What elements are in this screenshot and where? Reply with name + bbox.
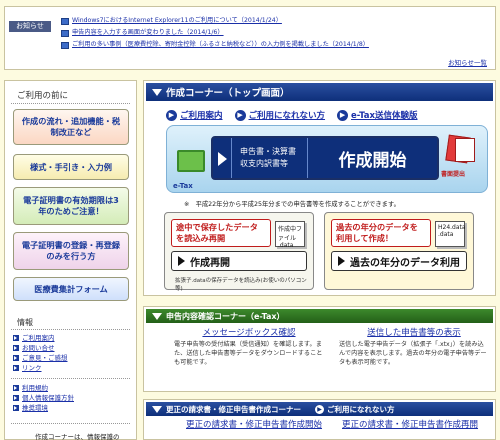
divider [11, 329, 130, 330]
arrow-icon [13, 385, 19, 391]
notice-badge: お知らせ [9, 21, 51, 32]
amend-corner-header: 更正の請求書・修正申告書作成コーナー ▶ ご利用になれない方 [146, 402, 493, 416]
sent-display-link[interactable]: 送信した申告書等の表示 [339, 326, 489, 338]
paper-submission-icon: 書面提出 [441, 134, 479, 178]
arrow-icon [13, 365, 19, 371]
create-start-area: e-Tax 申告書・決算書 収支内訳書等 作成開始 書面提出 [166, 125, 488, 193]
resume-area: 途中で保存したデータを読込み再開 作成中ファイル .data 作成再開 拡張子.d… [164, 212, 314, 292]
notice-panel: お知らせ Windows7におけるInternet Explorer11のご利用… [4, 6, 496, 70]
notice-item[interactable]: Windows7におけるInternet Explorer11のご利用について（… [61, 15, 369, 27]
arrow-icon [13, 335, 19, 341]
info-link[interactable]: ご利用案内 [13, 333, 68, 343]
policy-link[interactable]: 利用規約 [13, 383, 74, 393]
etax-trial-link[interactable]: ▶ e-Tax送信体験版 [337, 109, 418, 121]
policy-link[interactable]: 推奨環境 [13, 403, 74, 413]
divider [11, 103, 130, 104]
info-link[interactable]: ご意見・ご感想 [13, 353, 68, 363]
window-icon [61, 17, 69, 25]
data-file-icon: 作成中ファイル .data [275, 221, 305, 249]
create-corner-header: 作成コーナー（トップ画面） [146, 83, 493, 101]
confirm-corner-header: 申告内容確認コーナー（e-Tax） [146, 309, 493, 323]
triangle-down-icon [152, 405, 162, 413]
sidebar-button-flow[interactable]: 作成の流れ・追加機能・税制改正など [13, 109, 129, 145]
arrow-right-icon: ▶ [166, 109, 177, 121]
info-heading: 情報 [17, 318, 33, 327]
arrow-icon [13, 395, 19, 401]
amend-corner-panel: 更正の請求書・修正申告書作成コーナー ▶ ご利用になれない方 更正の請求書・修正申… [143, 399, 496, 440]
sidebar-button-medical-form[interactable]: 医療費集計フォーム [13, 277, 129, 301]
notice-item[interactable]: 申告内容を入力する画面が変わりました（2014/1/6） [61, 27, 369, 39]
divider [11, 378, 130, 379]
previous-year-button[interactable]: 過去の年分のデータ利用 [331, 251, 467, 271]
confirm-corner-panel: 申告内容確認コーナー（e-Tax） メッセージボックス確認 電子申告等の受付結果… [143, 306, 496, 392]
sidebar-button-forms[interactable]: 様式・手引き・入力例 [13, 154, 129, 180]
monitor-icon [177, 150, 205, 172]
sidebar-heading: ご利用の前に [17, 91, 69, 101]
triangle-down-icon [152, 312, 162, 320]
resume-button[interactable]: 作成再開 [171, 251, 307, 271]
info-link[interactable]: お問い合せ [13, 343, 68, 353]
arrow-right-icon [338, 256, 345, 266]
arrow-icon [13, 355, 19, 361]
resume-label: 途中で保存したデータを読込み再開 [171, 219, 271, 247]
sent-display-column: 送信した申告書等の表示 送信した電子申告データ（拡張子「.xtx」）を読み込んで… [339, 326, 489, 367]
arrow-icon [13, 405, 19, 411]
amend-unavailable-link[interactable]: ▶ ご利用になれない方 [315, 404, 395, 415]
arrow-right-icon [178, 256, 185, 266]
sidebar-footer-text: 作成コーナーは、情報保護の [35, 433, 120, 440]
notice-item[interactable]: ご利用の多い事例（医療費控除、寄附金控除（ふるさと納税など））の入力例を掲載しま… [61, 39, 369, 51]
previous-year-area: 過去の年分のデータを利用して作成！ H24.data .data 過去の年分のデー… [324, 212, 474, 290]
create-corner-panel: 作成コーナー（トップ画面） ▶ ご利用案内 ▶ ご利用になれない方 ▶ e-Tax送信… [143, 80, 496, 296]
resume-caption: 拡張子.dataの保存データを読込み(お使いのパソコン等) [175, 278, 307, 292]
year-range-note: ※ 平成22年分から平成25年分までの申告書等を作成することができます。 [184, 201, 400, 208]
info-links: ご利用案内 お問い合せ ご意見・ご感想 リンク [13, 333, 68, 373]
previous-year-label: 過去の年分のデータを利用して作成！ [331, 219, 431, 247]
amend-resume-link[interactable]: 更正の請求書・修正申告書作成再開 [342, 420, 478, 431]
window-icon [61, 41, 69, 49]
arrow-right-icon: ▶ [315, 404, 324, 414]
etax-computer-icon: e-Tax [173, 150, 209, 190]
sidebar-button-cert-register[interactable]: 電子証明書の登録・再登録のみを行う方 [13, 232, 129, 270]
notice-list: Windows7におけるInternet Explorer11のご利用について（… [61, 15, 369, 51]
sidebar: ご利用の前に 作成の流れ・追加機能・税制改正など 様式・手引き・入力例 電子証明… [4, 80, 137, 440]
arrow-right-icon [213, 138, 231, 178]
divider [11, 423, 130, 424]
arrow-right-icon: ▶ [234, 109, 246, 121]
arrow-right-icon: ▶ [337, 109, 349, 121]
message-box-column: メッセージボックス確認 電子申告等の受付結果（受信通知）を確認します。また、送信… [174, 326, 324, 367]
arrow-icon [13, 345, 19, 351]
usage-guide-link[interactable]: ▶ ご利用案内 [166, 109, 223, 121]
info-link[interactable]: リンク [13, 363, 68, 373]
amend-start-link[interactable]: 更正の請求書・修正申告書作成開始 [186, 420, 322, 431]
window-icon [61, 29, 69, 37]
notice-more-link[interactable]: お知らせ一覧 [448, 57, 487, 67]
create-start-button[interactable]: 申告書・決算書 収支内訳書等 作成開始 [211, 136, 439, 180]
data-file-icon: H24.data .data [435, 221, 466, 247]
document-icon [455, 138, 475, 162]
message-box-link[interactable]: メッセージボックス確認 [174, 326, 324, 338]
triangle-down-icon [152, 88, 162, 96]
policy-link[interactable]: 個人情報保護方針 [13, 393, 74, 403]
sidebar-button-cert-expiry[interactable]: 電子証明書の有効期限は3年のためご注意！ [13, 187, 129, 225]
policy-links: 利用規約 個人情報保護方針 推奨環境 [13, 383, 74, 413]
unavailable-users-link[interactable]: ▶ ご利用になれない方 [234, 109, 325, 121]
sent-display-desc: 送信した電子申告データ（拡張子「.xtx」）を読み込んで内容を表示します。過去の… [339, 341, 487, 366]
message-box-desc: 電子申告等の受付結果（受信通知）を確認します。また、送信した申告書等データをダウ… [174, 341, 323, 366]
create-links: ▶ ご利用案内 ▶ ご利用になれない方 ▶ e-Tax送信体験版 [166, 109, 418, 121]
